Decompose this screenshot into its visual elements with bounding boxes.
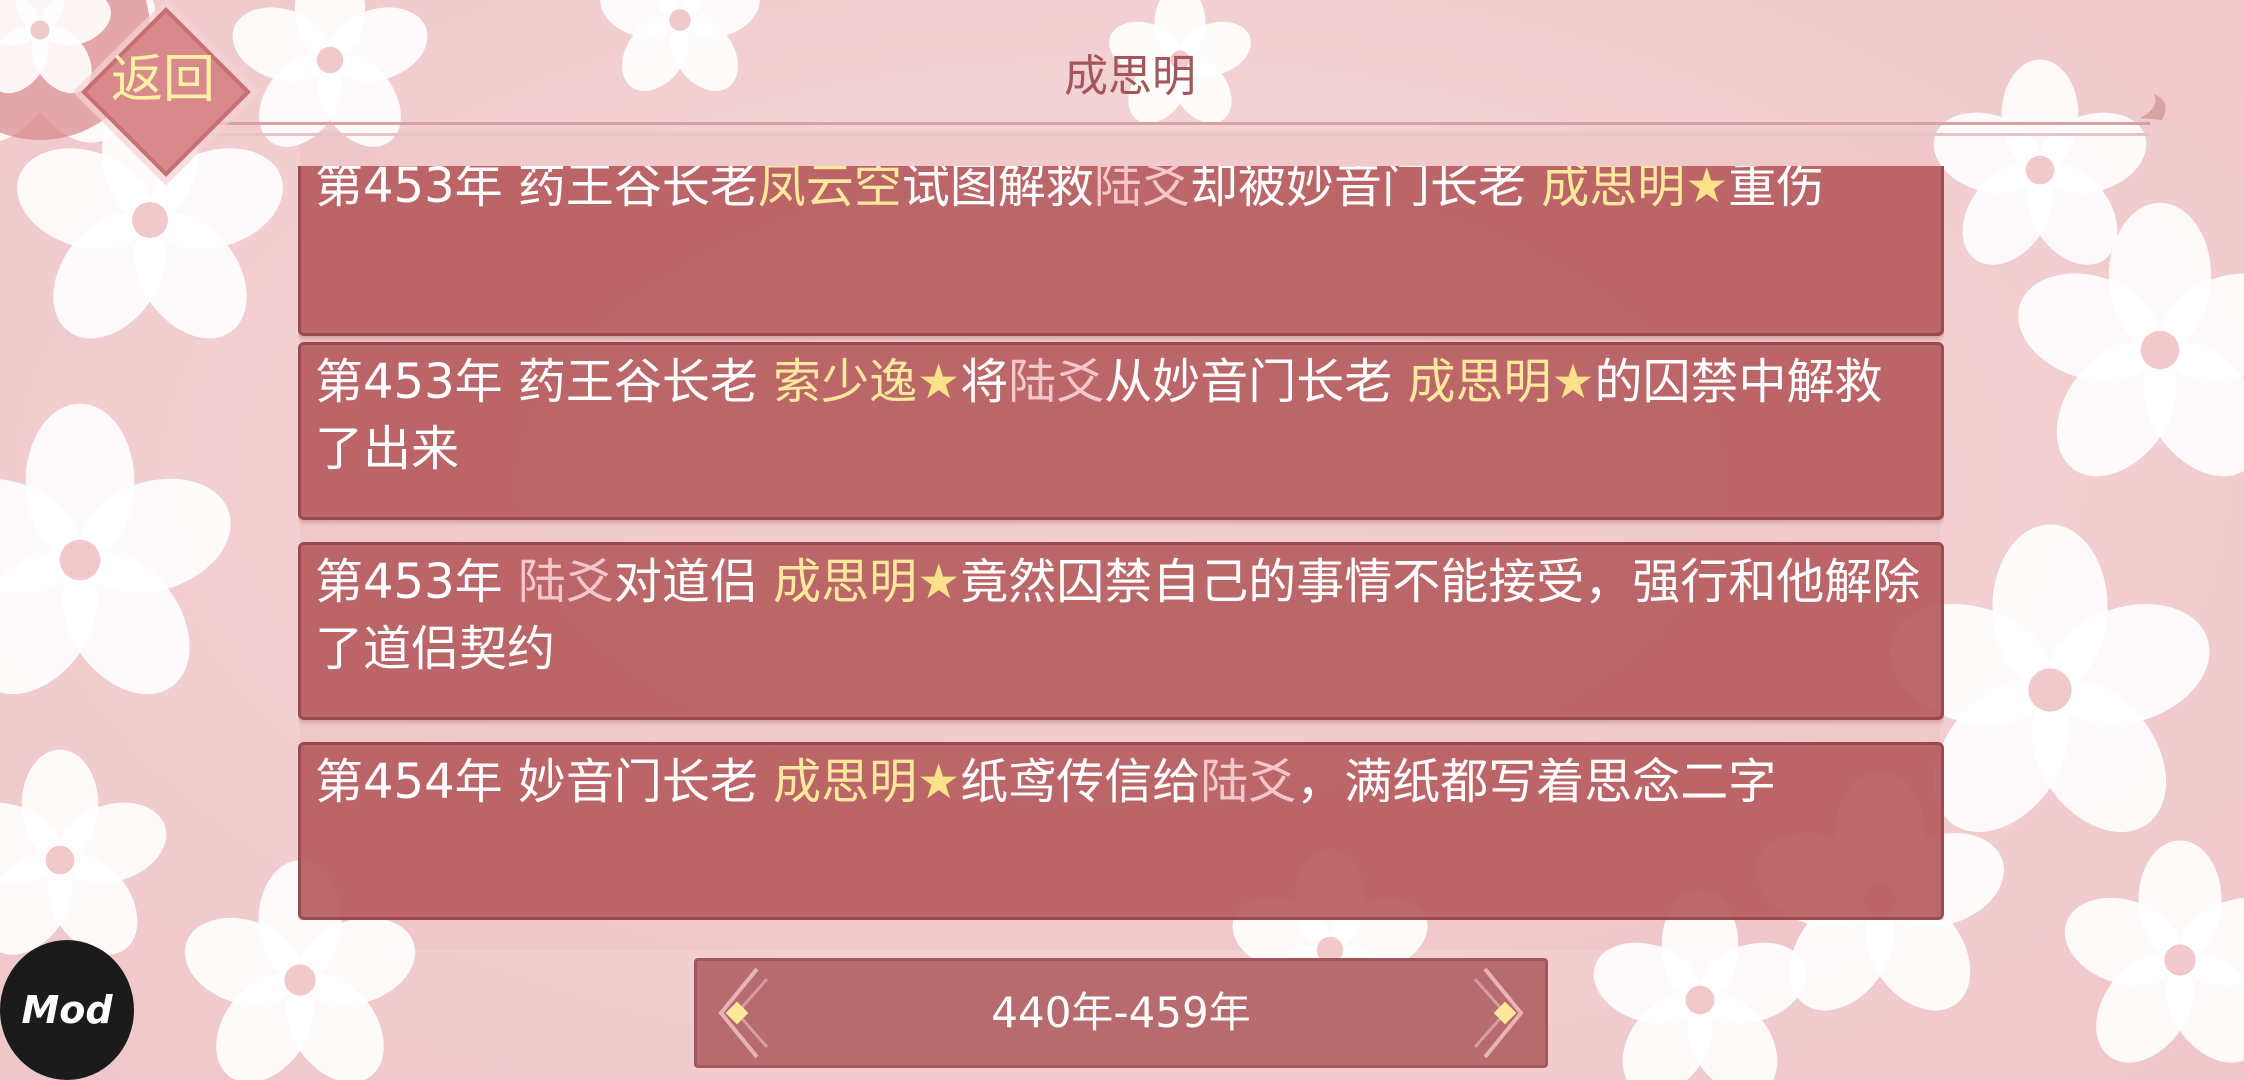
name-highlight: 陆爻	[1008, 354, 1105, 410]
name-highlight: 陆爻	[517, 554, 614, 610]
event-text-segment: 从妙音门长老	[1104, 354, 1408, 410]
header-divider	[210, 122, 2150, 136]
page-title: 成思明	[1064, 51, 1196, 102]
name-highlight: 凤云空	[757, 166, 902, 214]
star-icon: ★	[917, 754, 961, 810]
star-icon: ★	[1685, 166, 1729, 214]
name-highlight: 成思明	[773, 554, 918, 610]
name-highlight: 索少逸	[773, 354, 918, 410]
event-text: 第453年 陆爻对道侣 成思明★竟然囚禁自己的事情不能接受，强行和他解除了道侣契…	[315, 549, 1923, 683]
event-text-segment: ，满纸都写着思念二字	[1296, 754, 1777, 810]
back-button-label: 返回	[110, 50, 215, 110]
name-highlight: 陆爻	[1093, 166, 1190, 214]
event-text-segment: 却被妙音门长老	[1189, 166, 1542, 214]
event-card: 第453年 陆爻对道侣 成思明★竟然囚禁自己的事情不能接受，强行和他解除了道侣契…	[298, 542, 1944, 720]
star-icon: ★	[917, 554, 961, 610]
event-text-segment: 第453年 药王谷长老	[315, 354, 774, 410]
event-text-segment: 纸鸢传信给	[960, 754, 1201, 810]
event-text: 第453年 药王谷长老凤云空试图解救陆爻却被妙音门长老 成思明★重伤	[315, 166, 1923, 220]
event-text-segment: 重伤	[1728, 166, 1825, 214]
event-text: 第453年 药王谷长老 索少逸★将陆爻从妙音门长老 成思明★的囚禁中解救了出来	[315, 349, 1923, 483]
year-range-label: 440年-459年	[991, 988, 1251, 1037]
back-button[interactable]: 返回	[78, 7, 251, 177]
event-text-segment: 第454年 妙音门长老	[315, 754, 774, 810]
event-text-segment: 对道侣	[613, 554, 774, 610]
star-icon: ★	[917, 354, 961, 410]
event-card: 第453年 药王谷长老 索少逸★将陆爻从妙音门长老 成思明★的囚禁中解救了出来	[298, 342, 1944, 520]
event-text-segment: 试图解救	[901, 166, 1094, 214]
name-highlight: 陆爻	[1200, 754, 1297, 810]
star-icon: ★	[1551, 354, 1595, 410]
event-card: 第453年 药王谷长老凤云空试图解救陆爻却被妙音门长老 成思明★重伤	[298, 166, 1944, 336]
name-highlight: 成思明	[1541, 166, 1686, 214]
event-text-segment: 将	[960, 354, 1009, 410]
name-highlight: 成思明	[1407, 354, 1552, 410]
event-text-segment: 第453年 药王谷长老	[315, 166, 758, 214]
event-text-segment: 第453年	[315, 554, 518, 610]
mod-badge[interactable]: Mod	[0, 940, 134, 1080]
event-card: 第454年 妙音门长老 成思明★纸鸢传信给陆爻，满纸都写着思念二字	[298, 742, 1944, 920]
arrow-right-icon[interactable]	[1457, 961, 1545, 1065]
name-highlight: 成思明	[773, 754, 918, 810]
year-range-navigator: 440年-459年	[694, 958, 1548, 1068]
event-list[interactable]: 第453年 药王谷长老凤云空试图解救陆爻却被妙音门长老 成思明★重伤 第453年…	[298, 166, 1944, 920]
event-text: 第454年 妙音门长老 成思明★纸鸢传信给陆爻，满纸都写着思念二字	[315, 749, 1923, 816]
